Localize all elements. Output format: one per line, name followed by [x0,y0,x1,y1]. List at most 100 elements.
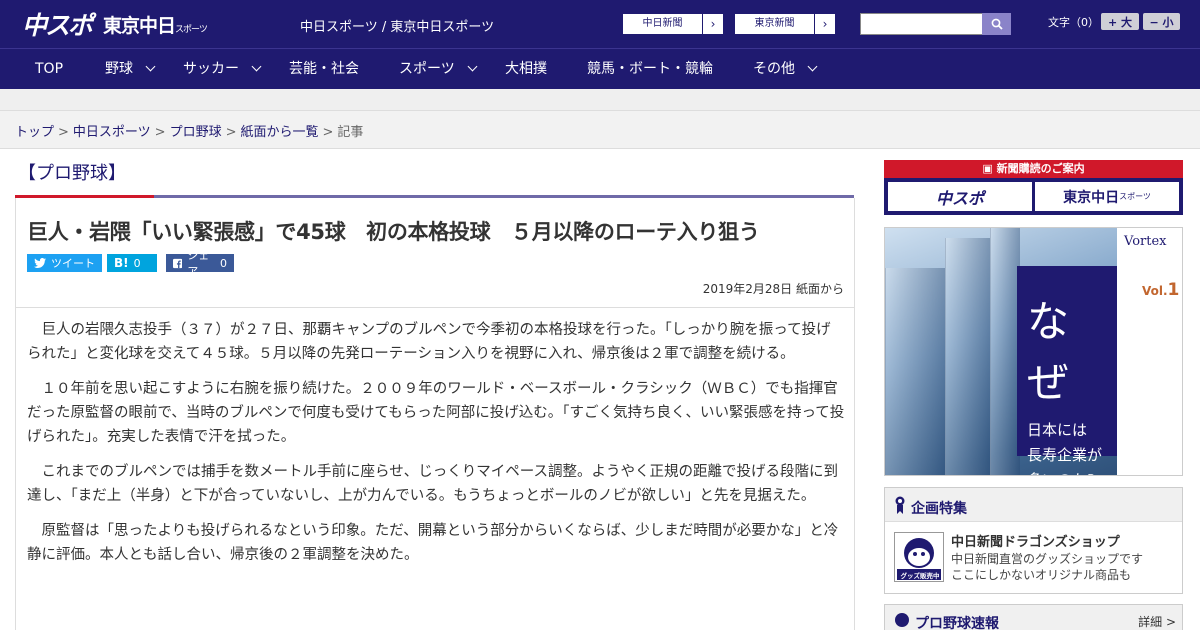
chevron-right-icon: › [822,17,828,31]
nav-label: 芸能・社会 [289,61,359,77]
live-details-link[interactable]: 詳細 > [1138,613,1176,630]
font-size-increase-button[interactable]: + 大 [1101,13,1139,30]
logo-chuspo: 中スポ [22,11,93,40]
nav-item-sports[interactable]: スポーツ [399,49,478,90]
ad-banner[interactable]: なぜ 日本には 長寿企業が 多いのか? Vortex Vol.1 [884,227,1183,476]
facebook-share-label: シェア [187,249,210,278]
breadcrumb-chunichi-sports[interactable]: 中日スポーツ [73,125,151,140]
ad-text-panel: なぜ 日本には 長寿企業が 多いのか? [1017,266,1117,475]
thumbnail-caption: グッズ販売中 [900,572,940,580]
breadcrumb-pro-baseball[interactable]: プロ野球 [170,125,222,140]
site-logo[interactable]: 中スポ 東京中日スポーツ [22,7,208,41]
header-spacer [0,89,1200,111]
nav-item-entertainment[interactable]: 芸能・社会 [289,49,359,90]
nav-item-soccer[interactable]: サッカー [183,49,262,90]
subscribe-tokyo-chunichi-button[interactable]: 東京中日 スポーツ [1035,182,1179,211]
subscribe-tokyo-sub: スポーツ [1119,192,1151,201]
pro-baseball-live-box: プロ野球速報 詳細 > [884,604,1183,630]
dragons-shop-thumbnail[interactable]: グッズ販売中 [894,532,944,582]
feature-header: 企画特集 [885,488,1182,522]
font-size-decrease-button[interactable]: − 小 [1143,13,1180,30]
nav-item-racing[interactable]: 競馬・ボート・競輪 [587,49,713,90]
ad-headline: なぜ [1027,297,1072,407]
ad-vol-number: 1 [1167,280,1180,300]
article-paragraph: 原監督は「思ったよりも投げられるなという印象。ただ、開幕という部分からいくならば… [27,523,839,563]
article-paragraph: １０年前を思い起こすように右腕を振り続けた。２００９年のワールド・ベースボール・… [27,381,845,445]
nav-item-sumo[interactable]: 大相撲 [505,49,547,90]
ad-copy: 日本には 長寿企業が 多いのか? [1027,418,1107,475]
facebook-share-count: 0 [220,256,227,270]
chunichi-shimbun-link[interactable]: 中日新聞 › [622,13,724,35]
feature-title: 企画特集 [911,501,967,517]
baseball-icon [895,613,909,627]
nav-item-top[interactable]: TOP [35,49,63,90]
article-body: 巨人の岩隈久志投手（３７）が２７日、那覇キャンプのブルペンで今季初の本格投球を行… [27,318,845,578]
subscribe-tokyo-label: 東京中日 [1063,189,1120,206]
ad-copy-line: 多いのか? [1027,468,1107,475]
tweet-label: ツイート [51,257,95,270]
hatena-icon: B! [114,256,129,270]
twitter-icon [34,258,46,268]
newspaper-icon: ▣ [982,162,997,175]
article-paragraph: これまでのブルペンでは捕手を数メートル手前に座らせ、じっくりマイペース調整。よう… [27,464,838,504]
category-title: 【プロ野球】 [18,163,126,184]
breadcrumb-bar: トップ > 中日スポーツ > プロ野球 > 紙面から一覧 > 記事 [0,111,1200,149]
breadcrumb-separator: > [225,125,237,140]
site-names: 中日スポーツ / 東京中日スポーツ [300,20,495,35]
article-headline: 巨人・岩隈「いい緊張感」で45球 初の本格投球 ５月以降のローテ入り狙う [27,220,760,244]
chevron-down-icon [145,61,156,72]
main-nav: TOP 野球 サッカー 芸能・社会 スポーツ 大相撲 競馬・ボート・競輪 その他 [0,48,1200,89]
nav-label: 競馬・ボート・競輪 [587,61,713,77]
font-size-label: 文字（0） [1048,16,1099,29]
ad-copy-line: 長寿企業が [1027,446,1103,464]
subscription-box: ▣ 新聞購読のご案内 中スポ 東京中日 スポーツ [884,160,1183,215]
site-header: 中スポ 東京中日スポーツ 中日スポーツ / 東京中日スポーツ 中日新聞 › 東京… [0,0,1200,48]
chevron-right-icon: › [710,17,716,31]
article-date: 2019年2月28日 紙面から [702,282,844,296]
ad-vol-prefix: Vol. [1142,284,1168,298]
feature-box: 企画特集 グッズ販売中 中日新聞ドラゴンズショップ 中日新聞直営のグッズショップ… [884,487,1183,594]
breadcrumb-separator: > [58,125,69,140]
ad-volume: Vol.1 [1142,280,1179,300]
breadcrumb-separator: > [154,125,166,140]
breadcrumb-paper-list[interactable]: 紙面から一覧 [241,125,319,140]
breadcrumb-separator: > [322,125,334,140]
nav-label: 野球 [105,61,133,77]
nav-item-baseball[interactable]: 野球 [105,49,156,90]
hatena-bookmark-button[interactable]: B! 0 [107,254,157,272]
facebook-icon [173,258,183,268]
facebook-share-button[interactable]: シェア 0 [166,249,234,278]
article-paragraph: 巨人の岩隈久志投手（３７）が２７日、那覇キャンプのブルペンで今季初の本格投球を行… [27,322,831,362]
logo-tokyo-text: 東京中日 [103,14,176,37]
breadcrumb: トップ > 中日スポーツ > プロ野球 > 紙面から一覧 > 記事 [15,121,363,140]
dragons-shop-description: 中日新聞直営のグッズショップです ここにしかないオリジナル商品も [951,551,1143,583]
article-divider [16,307,854,308]
ad-building-shape [945,238,990,475]
search-input[interactable] [860,13,983,35]
ad-brand-strip: Vortex Vol.1 [1117,228,1182,475]
subscription-title-text: 新聞購読のご案内 [996,162,1085,175]
medal-icon [895,496,905,514]
breadcrumb-current: 記事 [337,125,364,140]
description-line: ここにしかないオリジナル商品も [951,568,1132,582]
chevron-down-icon [251,61,262,72]
ad-copy-line: 日本には [1027,421,1088,439]
ad-building-shape [885,268,945,475]
subscription-title: ▣ 新聞購読のご案内 [884,160,1183,178]
search-icon [991,18,1003,30]
live-title: プロ野球速報 [915,616,999,630]
nav-label: 大相撲 [505,61,547,77]
dragons-shop-link[interactable]: 中日新聞ドラゴンズショップ [951,531,1120,550]
ad-building-shape [990,228,1020,475]
tokyo-shimbun-link[interactable]: 東京新聞 › [734,13,836,35]
logo-tokyo-chunichi: 東京中日スポーツ [103,11,208,38]
nav-label: サッカー [183,61,239,77]
breadcrumb-top[interactable]: トップ [15,125,54,140]
subscribe-chuspo-button[interactable]: 中スポ [888,182,1032,211]
tweet-button[interactable]: ツイート [27,254,102,272]
article: 巨人・岩隈「いい緊張感」で45球 初の本格投球 ５月以降のローテ入り狙う ツイー… [15,198,855,630]
search-button[interactable] [982,13,1011,35]
ad-brand-logo: Vortex [1124,234,1167,249]
nav-label: TOP [35,61,64,77]
nav-item-other[interactable]: その他 [753,49,818,90]
